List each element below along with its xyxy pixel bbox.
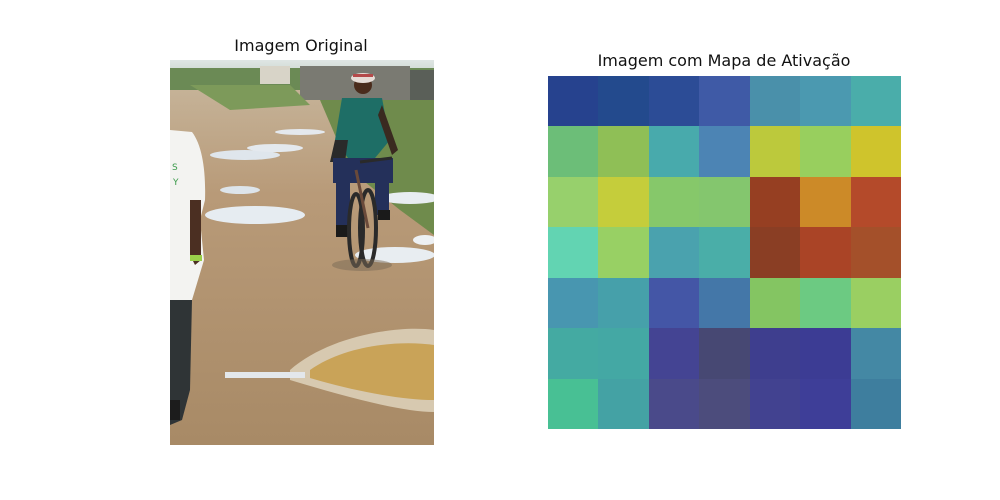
heatmap-cell-r3-c2: [648, 227, 700, 278]
heatmap-cell-r4-c4: [749, 277, 801, 329]
heatmap-cell-r0-c4: [749, 76, 801, 127]
activation-heatmap: [548, 76, 901, 429]
heatmap-cell-r6-c6: [850, 378, 901, 429]
heatmap-cell-r0-c1: [598, 76, 649, 127]
heatmap-cell-r5-c4: [749, 328, 801, 379]
original-photo: S Y: [170, 60, 434, 445]
original-image-title: Imagem Original: [234, 36, 368, 55]
heatmap-cell-r1-c2: [648, 126, 700, 177]
heatmap-cell-r1-c0: [548, 126, 599, 177]
heatmap-cell-r6-c0: [548, 378, 599, 429]
heatmap-cell-r1-c4: [749, 126, 801, 177]
heatmap-cell-r2-c4: [749, 176, 801, 228]
heatmap-cell-r1-c1: [598, 126, 649, 177]
heatmap-cell-r3-c1: [598, 227, 649, 278]
heatmap-cell-r3-c6: [850, 227, 901, 278]
heatmap-cell-r4-c3: [699, 277, 750, 329]
heatmap-cell-r3-c3: [699, 227, 750, 278]
heatmap-cell-r4-c0: [548, 277, 599, 329]
heatmap-cell-r5-c2: [648, 328, 700, 379]
heatmap-cell-r6-c4: [749, 378, 801, 429]
heatmap-cell-r6-c2: [648, 378, 700, 429]
heatmap-cell-r0-c5: [800, 76, 851, 127]
heatmap-cell-r5-c5: [800, 328, 851, 379]
svg-text:Y: Y: [172, 178, 179, 188]
svg-text:S: S: [172, 163, 178, 173]
heatmap-cell-r2-c2: [648, 176, 700, 228]
heatmap-cell-r5-c0: [548, 328, 599, 379]
heatmap-cell-r6-c3: [699, 378, 750, 429]
heatmap-cell-r2-c5: [800, 176, 851, 228]
heatmap-cell-r5-c6: [850, 328, 901, 379]
heatmap-cell-r0-c3: [699, 76, 750, 127]
heatmap-cell-r4-c6: [850, 277, 901, 329]
heatmap-cell-r2-c0: [548, 176, 599, 228]
heatmap-cell-r4-c5: [800, 277, 851, 329]
heatmap-cell-r2-c3: [699, 176, 750, 228]
heatmap-cell-r3-c0: [548, 227, 599, 278]
heatmap-cell-r0-c6: [850, 76, 901, 127]
heatmap-cell-r5-c1: [598, 328, 649, 379]
heatmap-cell-r4-c1: [598, 277, 649, 329]
activation-map-title: Imagem com Mapa de Ativação: [597, 51, 851, 70]
heatmap-cell-r0-c2: [648, 76, 700, 127]
heatmap-cell-r1-c6: [850, 126, 901, 177]
heatmap-cell-r1-c3: [699, 126, 750, 177]
heatmap-cell-r4-c2: [648, 277, 700, 329]
heatmap-cell-r3-c4: [749, 227, 801, 278]
heatmap-cell-r2-c1: [598, 176, 649, 228]
heatmap-cell-r1-c5: [800, 126, 851, 177]
heatmap-cell-r6-c5: [800, 378, 851, 429]
heatmap-cell-r2-c6: [850, 176, 901, 228]
heatmap-cell-r6-c1: [598, 378, 649, 429]
heatmap-cell-r5-c3: [699, 328, 750, 379]
heatmap-cell-r3-c5: [800, 227, 851, 278]
heatmap-cell-r0-c0: [548, 76, 599, 127]
